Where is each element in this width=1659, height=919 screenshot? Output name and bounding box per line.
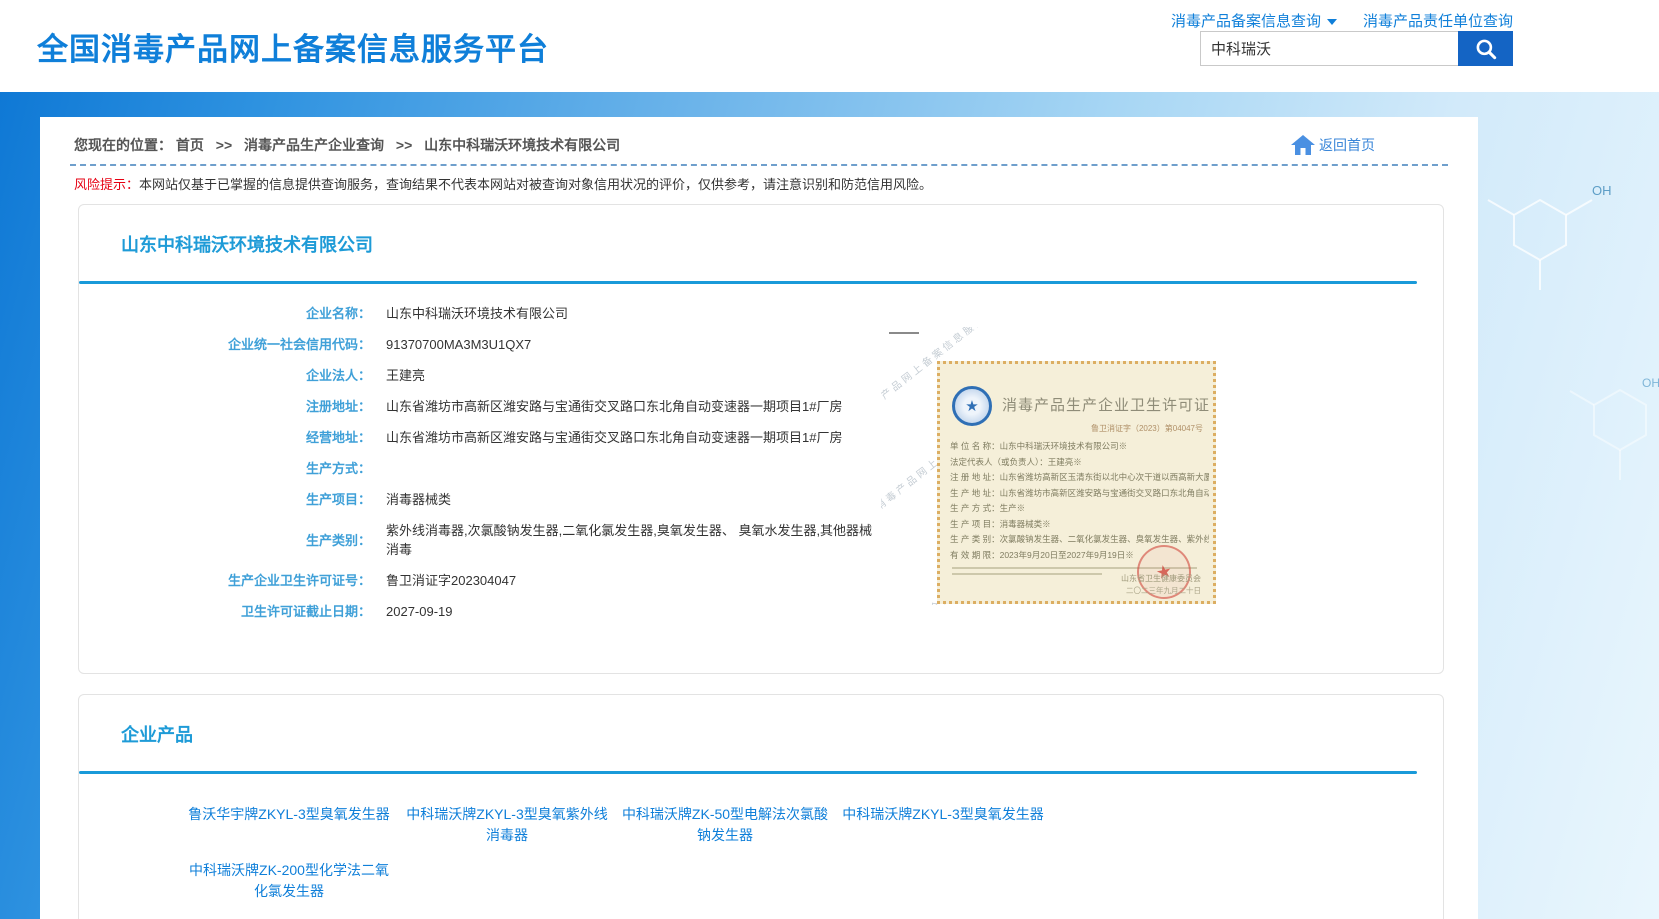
risk-notice-label: 风险提示：	[74, 177, 139, 192]
certificate-number: 鲁卫消证字（2023）第04047号	[1091, 423, 1203, 434]
back-home-link[interactable]: 返回首页	[1291, 135, 1375, 155]
field-row: 卫生许可证截止日期： 2027-09-19	[79, 602, 1443, 621]
nav-record-info-query[interactable]: 消毒产品备案信息查询	[1171, 10, 1337, 31]
company-products-panel: 企业产品 鲁沃华宇牌ZKYL-3型臭氧发生器 中科瑞沃牌ZKYL-3型臭氧紫外线…	[78, 694, 1444, 919]
field-row: 企业统一社会信用代码： 91370700MA3M3U1QX7	[79, 335, 1443, 354]
certificate-issue-date: 二〇二三年九月二十日	[1126, 585, 1201, 596]
home-icon	[1291, 135, 1315, 155]
products-title: 企业产品	[121, 721, 1443, 747]
breadcrumb-home[interactable]: 首页	[176, 137, 204, 153]
field-row: 企业名称： 山东中科瑞沃环境技术有限公司	[79, 304, 1443, 323]
field-row: 企业法人： 王建亮	[79, 366, 1443, 385]
back-home-label: 返回首页	[1319, 135, 1375, 155]
product-link[interactable]: 中科瑞沃牌ZKYL-3型臭氧紫外线消毒器	[401, 804, 613, 846]
product-link[interactable]: 中科瑞沃牌ZK-50型电解法次氯酸钠发生器	[619, 804, 831, 846]
certificate-issuer: 山东省卫生健康委员会	[1121, 573, 1201, 584]
company-title: 山东中科瑞沃环境技术有限公司	[121, 231, 1443, 257]
nav-responsible-unit-query[interactable]: 消毒产品责任单位查询	[1363, 10, 1513, 31]
product-link[interactable]: 鲁沃华宇牌ZKYL-3型臭氧发生器	[183, 804, 395, 846]
field-row: 经营地址： 山东省潍坊市高新区潍安路与宝通街交叉路口东北角自动变速器一期项目1#…	[79, 428, 1443, 447]
search-box	[1200, 31, 1513, 66]
top-header: 全国消毒产品网上备案信息服务平台 消毒产品备案信息查询 消毒产品责任单位查询	[0, 0, 1659, 92]
svg-text:OH: OH	[1592, 183, 1612, 198]
top-nav: 消毒产品备案信息查询 消毒产品责任单位查询	[1171, 10, 1513, 31]
certificate-fields: 单 位 名 称：山东中科瑞沃环境技术有限公司※ 法定代表人（或负责人）：王建亮※…	[950, 439, 1209, 563]
svg-text:OH: OH	[1642, 376, 1659, 390]
chevron-down-icon	[1327, 19, 1337, 25]
certificate-paper: ★ 消毒产品生产企业卫生许可证 鲁卫消证字（2023）第04047号 单 位 名…	[937, 361, 1216, 604]
blue-divider	[79, 771, 1417, 774]
field-row: 生产企业卫生许可证号： 鲁卫消证字202304047	[79, 571, 1443, 590]
dashed-divider	[70, 164, 1448, 166]
field-row: 生产项目： 消毒器械类	[79, 490, 1443, 509]
license-certificate-image: 全国消毒产品网上备案信息服务平台 全国消毒产品网上备案信息服务平台 全国消毒产品…	[881, 327, 1216, 605]
main-content-column: 您现在的位置： 首页 >> 消毒产品生产企业查询 >> 山东中科瑞沃环境技术有限…	[40, 117, 1478, 919]
nav-record-info-query-label: 消毒产品备案信息查询	[1171, 10, 1321, 31]
health-emblem-icon: ★	[952, 386, 992, 426]
breadcrumb-separator: >>	[396, 137, 412, 153]
search-button[interactable]	[1458, 31, 1513, 66]
product-link[interactable]: 中科瑞沃牌ZKYL-3型臭氧发生器	[837, 804, 1049, 846]
breadcrumb-current: 山东中科瑞沃环境技术有限公司	[424, 137, 620, 153]
certificate-title: 消毒产品生产企业卫生许可证	[1002, 394, 1210, 415]
company-info-panel: 山东中科瑞沃环境技术有限公司 企业名称： 山东中科瑞沃环境技术有限公司 企业统一…	[78, 204, 1444, 674]
site-title: 全国消毒产品网上备案信息服务平台	[37, 24, 549, 69]
molecule-background-art: OH OH	[1474, 95, 1659, 555]
breadcrumb-separator: >>	[216, 137, 232, 153]
scan-dash-mark	[889, 332, 919, 334]
risk-notice: 风险提示：本网站仅基于已掌握的信息提供查询服务，查询结果不代表本网站对被查询对象…	[74, 176, 1448, 194]
field-row: 注册地址： 山东省潍坊市高新区潍安路与宝通街交叉路口东北角自动变速器一期项目1#…	[79, 397, 1443, 416]
product-list: 鲁沃华宇牌ZKYL-3型臭氧发生器 中科瑞沃牌ZKYL-3型臭氧紫外线消毒器 中…	[183, 804, 1063, 916]
blue-divider	[79, 281, 1417, 284]
company-fields: 企业名称： 山东中科瑞沃环境技术有限公司 企业统一社会信用代码： 9137070…	[79, 304, 1443, 621]
magnifier-icon	[1473, 36, 1499, 62]
search-input[interactable]	[1200, 31, 1458, 66]
risk-notice-text: 本网站仅基于已掌握的信息提供查询服务，查询结果不代表本网站对被查询对象信用状况的…	[139, 177, 932, 192]
product-link[interactable]: 中科瑞沃牌ZK-200型化学法二氧化氯发生器	[183, 860, 395, 902]
breadcrumb-company-query[interactable]: 消毒产品生产企业查询	[244, 137, 384, 153]
field-row: 生产类别： 紫外线消毒器,次氯酸钠发生器,二氧化氯发生器,臭氧发生器、 臭氧水发…	[79, 521, 1443, 559]
breadcrumb-prefix: 您现在的位置：	[74, 137, 172, 153]
field-row: 生产方式：	[79, 459, 1443, 478]
breadcrumb: 您现在的位置： 首页 >> 消毒产品生产企业查询 >> 山东中科瑞沃环境技术有限…	[74, 135, 620, 155]
